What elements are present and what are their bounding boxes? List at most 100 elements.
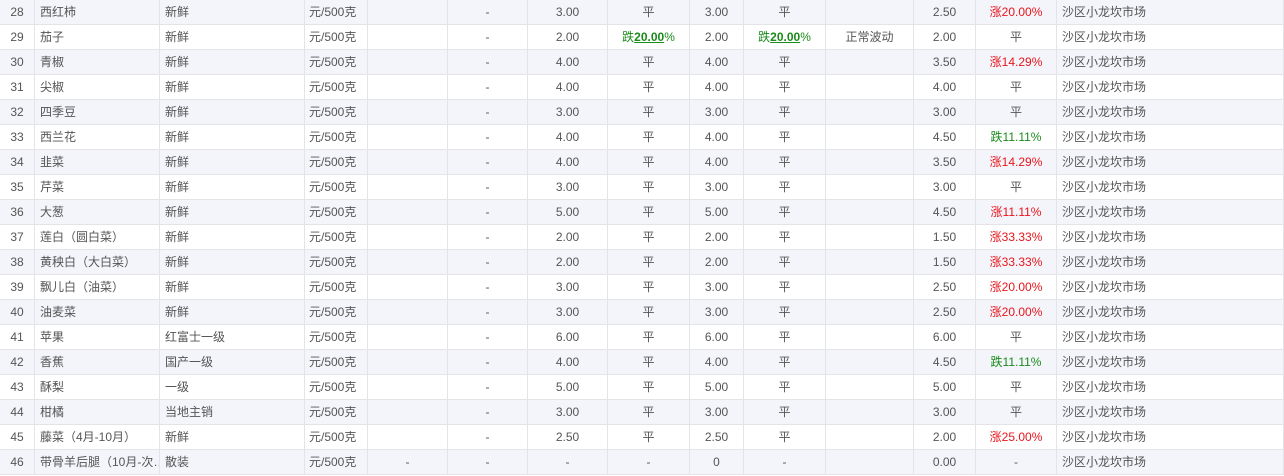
price-value-5: 3.00 xyxy=(914,400,976,425)
price-value-2: - xyxy=(448,425,528,450)
price-change-2: 平 xyxy=(744,200,826,225)
product-name: 柑橘 xyxy=(35,400,160,425)
product-spec: 新鲜 xyxy=(160,150,305,175)
price-value-3: 3.00 xyxy=(528,175,608,200)
product-name: 莲白（圆白菜） xyxy=(35,225,160,250)
row-number: 32 xyxy=(0,100,35,125)
table-row: 30 青椒 新鲜 元/500克 -4.00 平 4.00 平 3.50 涨14.29% 沙区小龙坎市… xyxy=(0,50,1284,75)
market-name: 沙区小龙坎市场 xyxy=(1057,325,1284,350)
product-name: 飘儿白（油菜） xyxy=(35,275,160,300)
change-percent-value: 11.11 xyxy=(1002,355,1031,369)
price-change-1: 平 xyxy=(608,75,690,100)
product-spec: 新鲜 xyxy=(160,75,305,100)
product-spec: 新鲜 xyxy=(160,175,305,200)
change-percent-value: 11.11 xyxy=(1002,205,1031,219)
price-unit: 元/500克 xyxy=(305,275,368,300)
market-name: 沙区小龙坎市场 xyxy=(1057,100,1284,125)
table-row: 31 尖椒 新鲜 元/500克 -4.00 平 4.00 平 4.00 平沙区小龙坎市场 xyxy=(0,75,1284,100)
row-number: 36 xyxy=(0,200,35,225)
change-direction: 跌 xyxy=(990,130,1003,144)
fluctuation-note xyxy=(826,350,914,375)
price-unit: 元/500克 xyxy=(305,50,368,75)
price-value-4: 0 xyxy=(690,450,744,475)
fluctuation-note xyxy=(826,250,914,275)
table-row: 39 飘儿白（油菜） 新鲜 元/500克 -3.00 平 3.00 平 2.50 涨20.00% 沙… xyxy=(0,275,1284,300)
price-value-4: 4.00 xyxy=(690,50,744,75)
change-direction: 涨 xyxy=(989,305,1002,319)
price-unit: 元/500克 xyxy=(305,450,368,475)
product-name: 大葱 xyxy=(35,200,160,225)
product-spec: 一级 xyxy=(160,375,305,400)
price-change-3: 涨14.29% xyxy=(976,50,1057,75)
price-value-1 xyxy=(368,225,448,250)
price-value-2: - xyxy=(448,275,528,300)
price-unit: 元/500克 xyxy=(305,375,368,400)
price-change-1: 平 xyxy=(608,275,690,300)
price-value-3: 3.00 xyxy=(528,300,608,325)
change-direction: 涨 xyxy=(989,230,1002,244)
price-change-3: 平 xyxy=(976,100,1057,125)
price-change-3: 跌11.11% xyxy=(976,350,1057,375)
price-value-1 xyxy=(368,275,448,300)
price-value-2: - xyxy=(448,250,528,275)
change-percent-value[interactable]: 20.00 xyxy=(770,30,800,44)
fluctuation-note: 正常波动 xyxy=(826,25,914,50)
product-name: 尖椒 xyxy=(35,75,160,100)
table-row: 46 带骨羊后腿（10月-次… 散装 元/500克 - - - -0-0.00- 沙区小龙坎市场 xyxy=(0,450,1284,475)
price-change-1: 平 xyxy=(608,375,690,400)
price-change-1: 跌20.00% xyxy=(608,25,690,50)
price-change-3: 平 xyxy=(976,75,1057,100)
price-change-2: 平 xyxy=(744,325,826,350)
product-name: 酥梨 xyxy=(35,375,160,400)
price-value-4: 2.50 xyxy=(690,425,744,450)
product-spec: 新鲜 xyxy=(160,200,305,225)
price-change-2: 平 xyxy=(744,0,826,25)
fluctuation-note xyxy=(826,400,914,425)
price-change-1: 平 xyxy=(608,300,690,325)
price-change-2: 平 xyxy=(744,50,826,75)
percent-sign: % xyxy=(664,30,675,44)
price-change-3: 涨11.11% xyxy=(976,200,1057,225)
change-percent-value: 14.29 xyxy=(1001,55,1032,69)
price-change-3: 平 xyxy=(976,375,1057,400)
product-spec: 新鲜 xyxy=(160,225,305,250)
price-value-5: 6.00 xyxy=(914,325,976,350)
price-change-2: 平 xyxy=(744,375,826,400)
price-change-3: 平 xyxy=(976,175,1057,200)
price-value-5: 1.50 xyxy=(914,250,976,275)
price-value-5: 2.50 xyxy=(914,0,976,25)
table-row: 40 油麦菜 新鲜 元/500克 -3.00 平 3.00 平 2.50 涨20.00% 沙区小龙坎… xyxy=(0,300,1284,325)
percent-sign: % xyxy=(1030,130,1042,144)
product-spec: 新鲜 xyxy=(160,50,305,75)
change-percent-value[interactable]: 20.00 xyxy=(634,30,664,44)
change-percent-value: 14.29 xyxy=(1001,155,1032,169)
price-value-5: 2.50 xyxy=(914,275,976,300)
price-value-1 xyxy=(368,350,448,375)
percent-sign: % xyxy=(800,30,811,44)
product-name: 西兰花 xyxy=(35,125,160,150)
price-value-4: 3.00 xyxy=(690,275,744,300)
change-direction: 涨 xyxy=(989,5,1002,19)
price-value-2: - xyxy=(448,400,528,425)
price-value-2: - xyxy=(448,0,528,25)
change-percent-value: 25.00 xyxy=(1001,430,1032,444)
price-value-4: 4.00 xyxy=(690,75,744,100)
product-spec: 当地主销 xyxy=(160,400,305,425)
fluctuation-note xyxy=(826,0,914,25)
table-row: 33 西兰花 新鲜 元/500克 -4.00 平 4.00 平 4.50 跌11.11% 沙区小龙坎… xyxy=(0,125,1284,150)
change-direction: 涨 xyxy=(989,155,1002,169)
fluctuation-note xyxy=(826,275,914,300)
price-value-1 xyxy=(368,0,448,25)
fluctuation-note xyxy=(826,50,914,75)
market-name: 沙区小龙坎市场 xyxy=(1057,300,1284,325)
price-value-2: - xyxy=(448,75,528,100)
price-change-1: 平 xyxy=(608,250,690,275)
price-value-1 xyxy=(368,75,448,100)
price-unit: 元/500克 xyxy=(305,175,368,200)
price-change-3: 涨33.33% xyxy=(976,250,1057,275)
price-value-2: - xyxy=(448,25,528,50)
table-row: 41 苹果 红富士一级 元/500克 -6.00 平 6.00 平 6.00 平沙区小龙坎市场 xyxy=(0,325,1284,350)
price-value-1 xyxy=(368,425,448,450)
price-change-2: 平 xyxy=(744,225,826,250)
product-name: 黄秧白（大白菜） xyxy=(35,250,160,275)
